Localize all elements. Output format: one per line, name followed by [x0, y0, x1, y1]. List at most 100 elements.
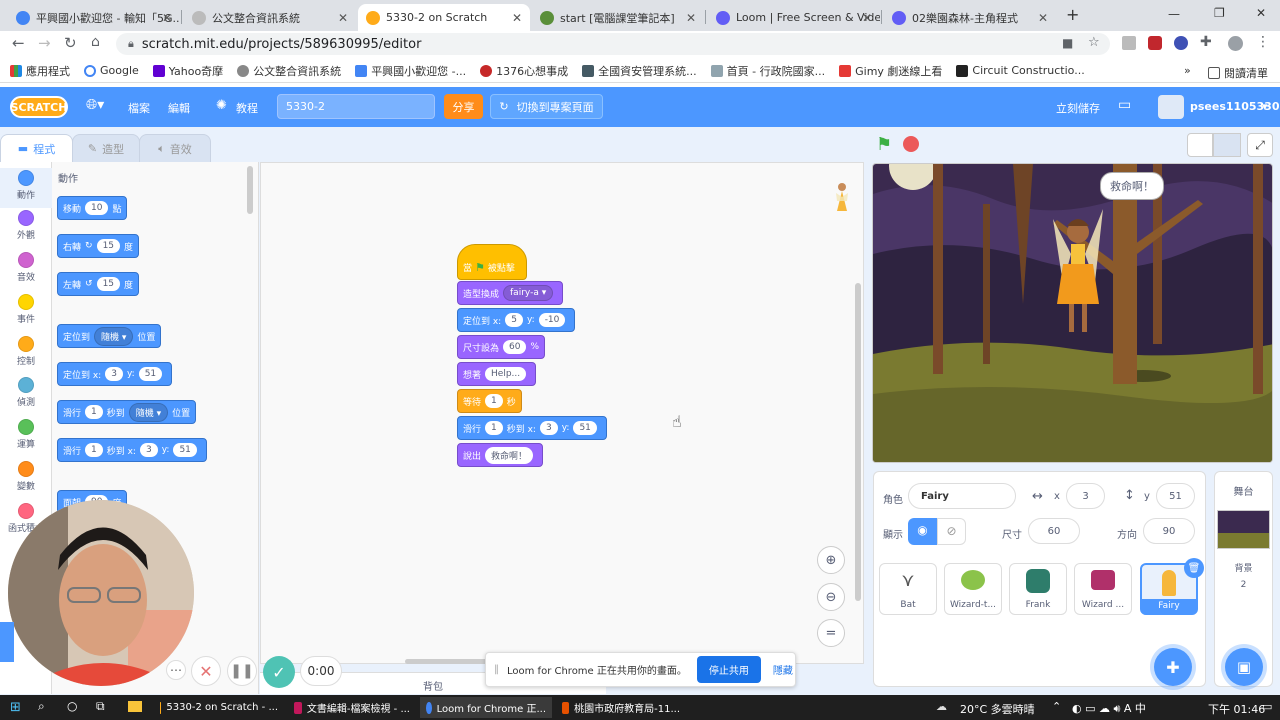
maximize-button[interactable]: ❐: [1214, 6, 1225, 20]
home-icon[interactable]: ⌂: [91, 34, 100, 50]
tab-code[interactable]: ▬ 程式: [0, 134, 73, 162]
block-input[interactable]: 3: [139, 443, 158, 457]
y-input[interactable]: 51: [1156, 483, 1195, 509]
block-input[interactable]: 5: [505, 313, 523, 327]
block-glide-xy[interactable]: 滑行 1 秒到 x: 3 y: 51: [457, 416, 607, 440]
profile-avatar[interactable]: [1228, 36, 1243, 51]
sprite-thumb-wizard[interactable]: Wizard ...: [1074, 563, 1132, 615]
back-icon[interactable]: ←: [12, 34, 25, 52]
block-input[interactable]: 救命啊！: [485, 446, 534, 464]
stop-icon[interactable]: [903, 136, 919, 152]
block-input[interactable]: 1: [85, 405, 103, 419]
taskbar-item[interactable]: 桃園市政府教育局-11...: [556, 697, 686, 718]
puzzle-icon[interactable]: ✚: [1200, 34, 1212, 50]
bookmark-item[interactable]: Google: [84, 64, 139, 77]
block-when-flag-clicked[interactable]: 當 ⚑ 被點擊: [457, 244, 527, 280]
block-goto-xy[interactable]: 定位到 x: 3 y: 51: [57, 362, 173, 386]
block-input[interactable]: 3: [105, 367, 123, 381]
size-input[interactable]: 60: [1028, 518, 1080, 544]
fullscreen-icon[interactable]: ⤢: [1247, 133, 1273, 157]
block-input[interactable]: Help...: [485, 367, 527, 381]
block-input[interactable]: 15: [96, 239, 121, 253]
stage-canvas[interactable]: [872, 163, 1273, 463]
folder-icon[interactable]: ▭: [1118, 97, 1131, 113]
script-horizontal-scrollbar[interactable]: [405, 659, 489, 664]
block-goto-xy[interactable]: 定位到 x: 5 y: -10: [457, 308, 576, 332]
category-variables[interactable]: 變數: [0, 461, 52, 492]
reload-icon[interactable]: ↻: [64, 34, 77, 52]
show-visible-eye-icon[interactable]: ◉: [908, 518, 937, 545]
tray-chevron-icon[interactable]: ⌃: [1052, 700, 1061, 713]
palette-scrollbar[interactable]: [247, 166, 253, 214]
block-input[interactable]: 1: [85, 443, 103, 457]
tutorials-bulb-icon[interactable]: ✺: [216, 98, 227, 113]
close-icon[interactable]: ✕: [686, 11, 696, 25]
zoom-reset-icon[interactable]: =: [817, 619, 845, 647]
notification-icon[interactable]: ▭: [1262, 700, 1272, 713]
block-dropdown[interactable]: fairy-a ▾: [503, 285, 554, 301]
loom-finish-check-icon[interactable]: ✓: [263, 656, 295, 688]
small-stage-button[interactable]: [1187, 133, 1213, 157]
show-hidden-eye-icon[interactable]: ⊘: [937, 518, 966, 545]
bookmark-item[interactable]: 全國資安管理系統...: [582, 63, 697, 79]
camera-icon[interactable]: ■: [1062, 36, 1073, 50]
category-events[interactable]: 事件: [0, 294, 52, 325]
browser-tab[interactable]: 公文整合資訊系統 ✕: [184, 4, 356, 31]
block-dropdown[interactable]: 隨機 ▾: [128, 402, 169, 422]
browser-tab[interactable]: 02樂園森林-主角程式 ✕: [884, 4, 1056, 31]
chevron-down-icon[interactable]: ▾: [1262, 100, 1268, 113]
bookmark-item[interactable]: 公文整合資訊系統: [237, 63, 341, 79]
webcam-bubble[interactable]: [8, 500, 194, 686]
script-vertical-scrollbar[interactable]: [855, 283, 861, 601]
language-globe-icon[interactable]: 🌐︎▾: [86, 97, 104, 113]
loom-cancel-icon[interactable]: ✕: [191, 656, 221, 686]
hide-button[interactable]: 隱藏: [773, 662, 793, 677]
new-tab-button[interactable]: +: [1066, 5, 1079, 24]
loom-pause-icon[interactable]: ❚❚: [227, 656, 257, 686]
menu-file[interactable]: 檔案: [128, 100, 150, 116]
sprite-thumb-frank[interactable]: Frank: [1009, 563, 1067, 615]
extension-icon[interactable]: [1174, 36, 1188, 50]
more-icon[interactable]: ⋮: [1256, 34, 1270, 50]
tray-icons[interactable]: ◐ ▭ ☁︎ 🔊︎ A 中: [1072, 700, 1146, 716]
search-icon[interactable]: ⌕: [38, 699, 45, 714]
star-icon[interactable]: ☆: [1088, 35, 1100, 50]
task-view-icon[interactable]: ⧉: [96, 699, 105, 714]
block-glide-to[interactable]: 滑行 1 秒到 隨機 ▾ 位置: [57, 400, 197, 424]
extension-icon[interactable]: [1122, 36, 1136, 50]
delete-sprite-trash-icon[interactable]: 🗑︎: [1184, 558, 1204, 578]
minimize-button[interactable]: —: [1168, 7, 1180, 21]
block-input[interactable]: 1: [485, 394, 503, 408]
block-input[interactable]: 51: [173, 443, 197, 457]
bookmark-item[interactable]: Yahoo奇摩: [152, 63, 223, 79]
browser-tab[interactable]: 平興國小歡迎您 - 輸知「5G... ✕: [8, 4, 180, 31]
project-title-input[interactable]: 5330-2: [277, 94, 435, 119]
script-area[interactable]: [260, 162, 864, 664]
bookmark-item[interactable]: 應用程式: [10, 63, 70, 79]
bookmark-item[interactable]: 首頁 - 行政院國家...: [710, 63, 825, 79]
block-turn-left[interactable]: 左轉 ↺ 15 度: [57, 272, 140, 296]
block-switch-costume[interactable]: 造型換成 fairy-a ▾: [457, 281, 564, 305]
close-icon[interactable]: ✕: [862, 11, 872, 25]
close-icon[interactable]: ✕: [338, 11, 348, 25]
sprite-thumb-wizard-toad[interactable]: Wizard-t...: [944, 563, 1002, 615]
block-say[interactable]: 說出 救命啊！: [457, 443, 544, 467]
category-operators[interactable]: 運算: [0, 419, 52, 450]
close-icon[interactable]: ✕: [162, 11, 172, 25]
sprite-thumb-bat[interactable]: ⋎ Bat: [879, 563, 937, 615]
menu-edit[interactable]: 編輯: [168, 100, 190, 116]
category-sound[interactable]: 音效: [0, 252, 52, 283]
taskbar-item[interactable]: 5330-2 on Scratch - ...: [154, 697, 284, 718]
save-now-button[interactable]: 立刻儲存: [1056, 100, 1100, 116]
bookmark-item[interactable]: 平興國小歡迎您 -...: [355, 63, 466, 79]
extension-icon[interactable]: [1148, 36, 1162, 50]
browser-tab[interactable]: Loom | Free Screen & Vide... ✕: [708, 4, 880, 31]
cortana-icon[interactable]: ○: [67, 699, 77, 713]
taskbar-item[interactable]: 文書編輯-檔案檢視 - ...: [288, 697, 416, 718]
windows-start-icon[interactable]: ⊞: [10, 700, 21, 715]
browser-tab-active[interactable]: 5330-2 on Scratch ✕: [358, 4, 530, 31]
bookmark-item[interactable]: Circuit Constructio...: [956, 64, 1085, 77]
block-move[interactable]: 移動 10 點: [57, 196, 128, 220]
zoom-out-icon[interactable]: ⊖: [817, 583, 845, 611]
block-think[interactable]: 想著 Help...: [457, 362, 537, 386]
